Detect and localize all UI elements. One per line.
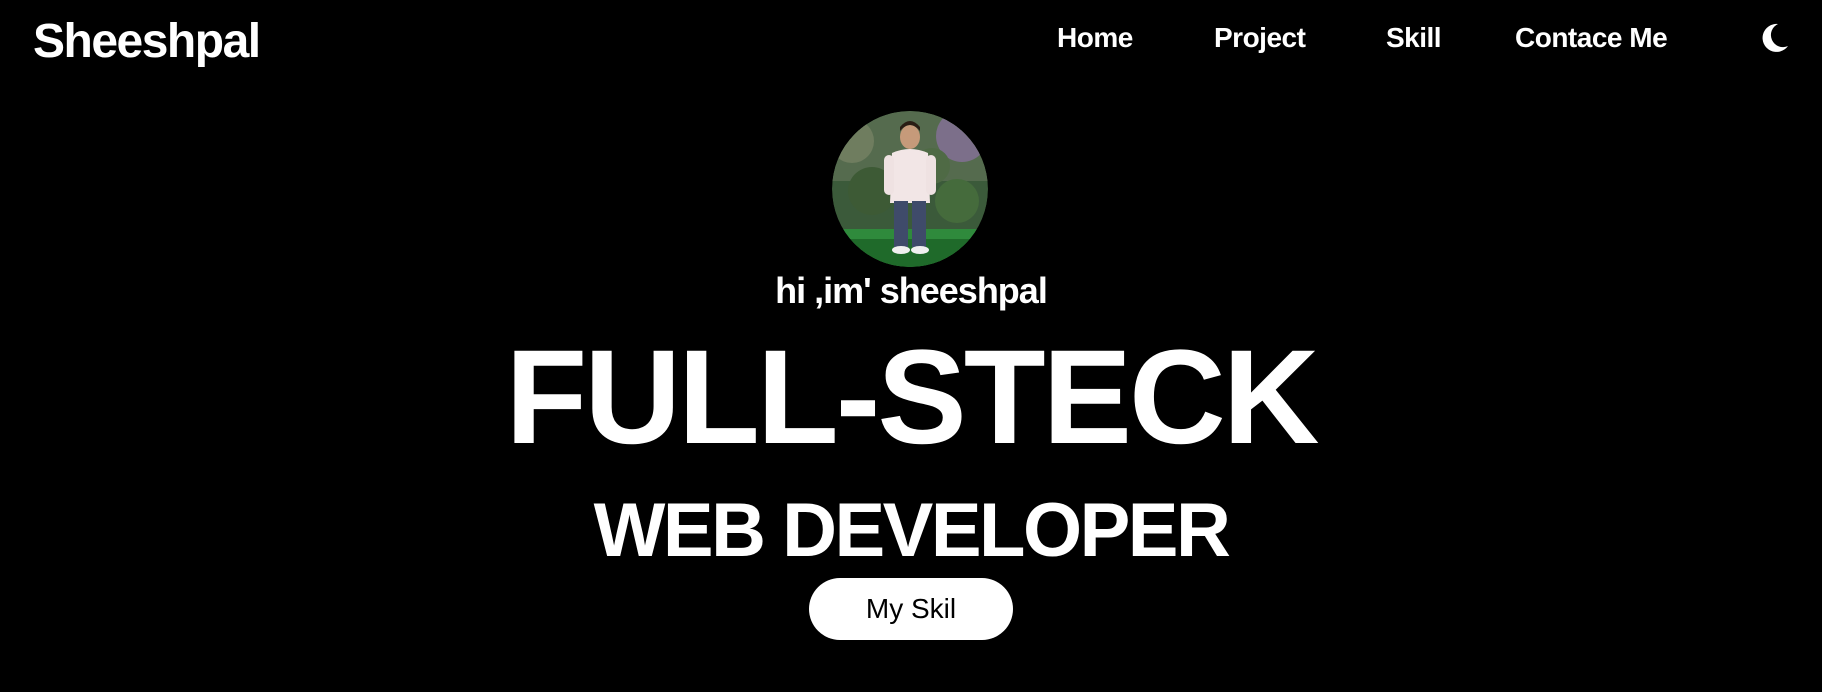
greeting-text: hi ,im' sheeshpal xyxy=(775,270,1048,311)
hero-subheadline: WEB DEVELOPER xyxy=(593,488,1231,573)
hero-headline: FULL-STECK xyxy=(505,323,1319,472)
page: Sheeshpal Home Project Skill Contace Me xyxy=(0,0,1822,692)
profile-avatar xyxy=(832,111,988,267)
my-skill-button[interactable]: My Skil xyxy=(809,578,1013,640)
cta-wrapper: My Skil xyxy=(0,578,1822,640)
hero-section: hi ,im' sheeshpal FULL-STECK WEB DEVELOP… xyxy=(0,0,1822,692)
profile-photo-icon xyxy=(832,111,988,267)
